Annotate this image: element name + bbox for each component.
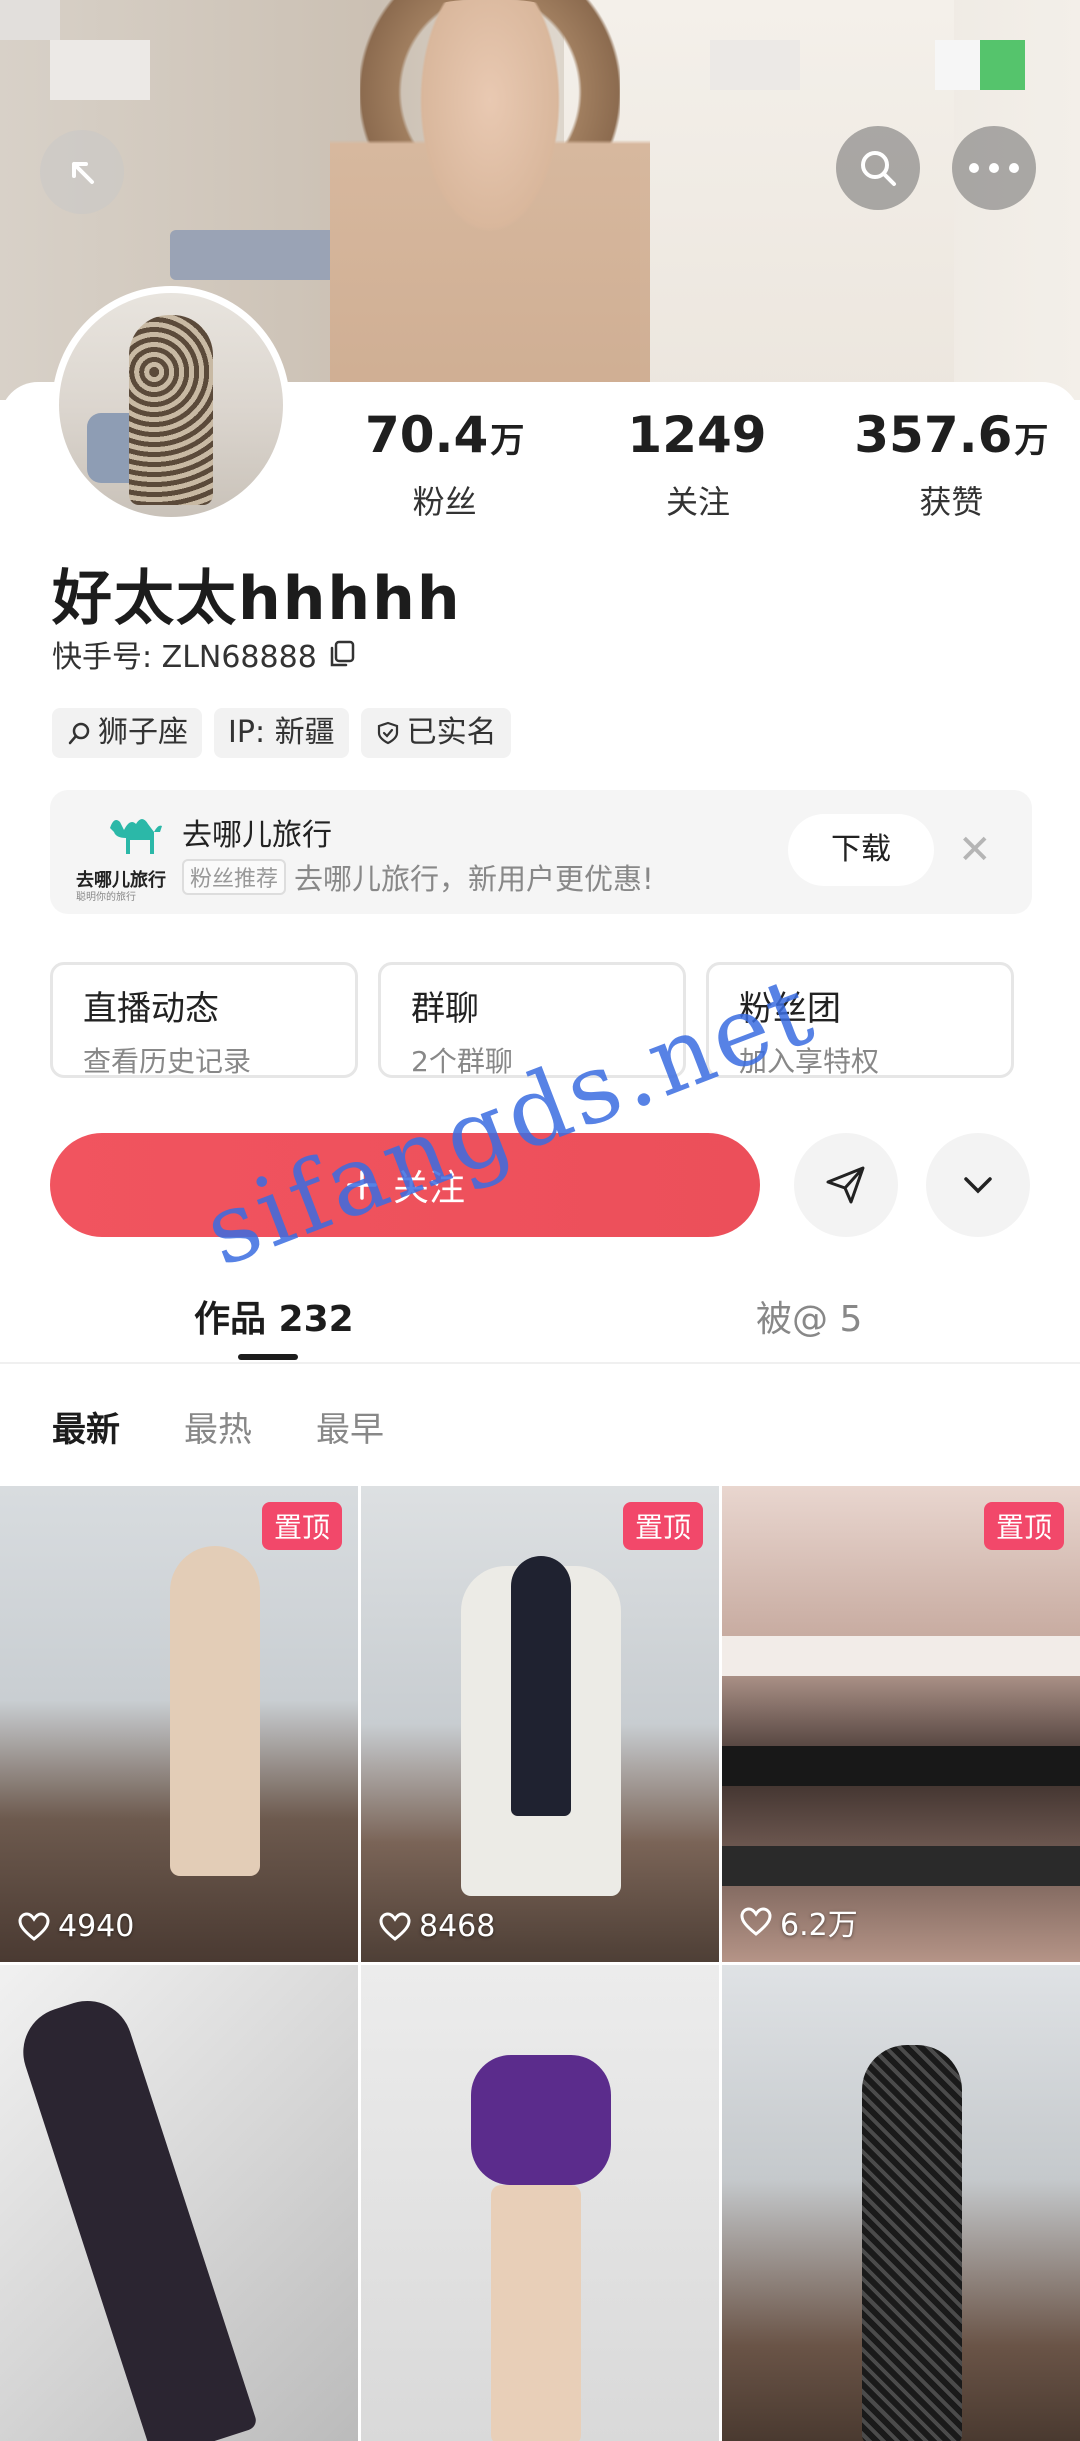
avatar-image [59, 293, 283, 517]
like-count-text: 6.2万 [780, 1908, 858, 1943]
ad-title: 去哪儿旅行 [182, 818, 332, 853]
stat-value: 1249 [571, 405, 824, 471]
avatar[interactable] [52, 286, 290, 524]
tag-label: 已实名 [406, 715, 497, 750]
like-count: 8468 [379, 1909, 495, 1944]
back-arrow-icon [72, 162, 94, 184]
stat-following[interactable]: 1249 关注 [571, 405, 824, 523]
post-figure [170, 1546, 260, 1876]
cover-person [330, 0, 650, 400]
post-figure [862, 2045, 962, 2441]
stat-likes[interactable]: 357.6万 获赞 [825, 405, 1078, 523]
battery-green-block [980, 40, 1025, 90]
stat-label: 粉丝 [412, 483, 477, 521]
ad-badge: 粉丝推荐 [182, 859, 287, 895]
post-thumbnail[interactable] [0, 1965, 358, 2441]
search-icon [861, 151, 896, 186]
chevron-down-icon [964, 1177, 992, 1194]
mosaic-block [0, 0, 60, 40]
stat-number: 70.4 [364, 406, 489, 464]
divider [0, 1362, 1080, 1364]
post-figure [511, 1556, 571, 1816]
stat-value: 70.4万 [318, 405, 571, 471]
tag-ip: IP: 新疆 [214, 708, 349, 758]
search-button[interactable] [836, 126, 920, 210]
like-count: 6.2万 [740, 1900, 858, 1944]
entry-live-history[interactable]: 直播动态 查看历史记录 [50, 962, 358, 1078]
post-thumbnail[interactable]: 置顶 6.2万 [722, 1486, 1080, 1962]
tag-label: 狮子座 [98, 715, 188, 750]
avatar-figure [129, 315, 213, 505]
pinned-badge: 置顶 [983, 1502, 1064, 1550]
heart-icon [740, 1907, 772, 1936]
ad-close-icon[interactable]: ✕ [958, 828, 992, 872]
ad-subtitle: 粉丝推荐 去哪儿旅行，新用户更优惠! [182, 856, 654, 898]
stat-label: 获赞 [919, 483, 984, 521]
content-tabs: 作品 232 被@ 5 [0, 1280, 1080, 1360]
stat-label: 关注 [665, 483, 730, 521]
kuaishou-id-text: 快手号: ZLN68888 [52, 640, 317, 675]
zodiac-icon [68, 722, 90, 745]
sort-options: 最新 最热 最早 [52, 1402, 384, 1451]
entry-subtitle: 查看历史记录 [83, 1045, 252, 1078]
post-thumbnail[interactable]: 置顶 4940 [0, 1486, 358, 1962]
stat-number: 1249 [627, 406, 767, 464]
profile-name: 好太太hhhhh [52, 564, 462, 634]
post-figure [471, 2055, 611, 2185]
mosaic-block [935, 40, 980, 90]
post-grid: 置顶 4940 置顶 8468 置顶 6.2万 [0, 1486, 1080, 2441]
heart-icon [379, 1911, 411, 1941]
like-count-text: 4940 [58, 1909, 135, 1944]
kuaishou-id: 快手号: ZLN68888 [52, 632, 357, 676]
entry-title: 直播动态 [83, 989, 219, 1029]
shield-check-icon [377, 721, 398, 745]
tag-label: IP: 新疆 [228, 715, 335, 750]
tab-indicator [238, 1354, 298, 1360]
post-thumbnail[interactable] [361, 1965, 719, 2441]
stat-value: 357.6万 [825, 405, 1078, 471]
send-message-button[interactable] [794, 1133, 898, 1237]
stat-unit: 万 [1014, 421, 1049, 461]
ad-download-button[interactable]: 下载 [788, 814, 934, 886]
ad-logo: 去哪儿旅行 聪明你的旅行 [76, 808, 196, 903]
sort-hottest[interactable]: 最热 [184, 1402, 252, 1451]
expand-button[interactable] [926, 1133, 1030, 1237]
shoe-row [722, 1846, 1080, 1886]
cover-basket [170, 230, 340, 280]
like-count: 4940 [18, 1909, 134, 1944]
more-dots-icon [969, 163, 1019, 173]
stat-fans[interactable]: 70.4万 粉丝 [318, 405, 571, 523]
back-button[interactable] [40, 130, 124, 214]
post-thumbnail[interactable] [722, 1965, 1080, 2441]
shoe-row [722, 1636, 1080, 1676]
more-button[interactable] [952, 126, 1036, 210]
heart-icon [18, 1911, 50, 1941]
camel-logo-icon [110, 819, 162, 854]
post-legs [491, 2185, 581, 2441]
tag-verified: 已实名 [360, 708, 511, 758]
copy-icon[interactable] [327, 639, 357, 669]
post-leg [11, 1989, 259, 2441]
mosaic-block [50, 40, 150, 100]
paper-plane-icon [826, 1166, 865, 1204]
stat-unit: 万 [490, 421, 525, 461]
post-thumbnail[interactable]: 置顶 8468 [361, 1486, 719, 1962]
profile-tags: 狮子座 IP: 新疆 已实名 [52, 708, 511, 758]
like-count-text: 8468 [419, 1909, 496, 1944]
stat-number: 357.6 [854, 406, 1013, 464]
shoe-row [722, 1746, 1080, 1786]
tab-works[interactable]: 作品 232 [194, 1290, 354, 1342]
sort-earliest[interactable]: 最早 [316, 1402, 384, 1451]
sort-latest[interactable]: 最新 [52, 1402, 120, 1451]
ad-banner[interactable]: 去哪儿旅行 聪明你的旅行 去哪儿旅行 粉丝推荐 去哪儿旅行，新用户更优惠! 下载… [50, 790, 1032, 914]
pinned-badge: 置顶 [622, 1502, 703, 1550]
ad-description: 去哪儿旅行，新用户更优惠! [294, 862, 654, 896]
tag-zodiac: 狮子座 [52, 708, 202, 758]
pinned-badge: 置顶 [261, 1502, 342, 1550]
profile-stats: 70.4万 粉丝 1249 关注 357.6万 获赞 [318, 405, 1078, 523]
tab-mentions[interactable]: 被@ 5 [756, 1290, 862, 1342]
mosaic-block [710, 40, 800, 90]
